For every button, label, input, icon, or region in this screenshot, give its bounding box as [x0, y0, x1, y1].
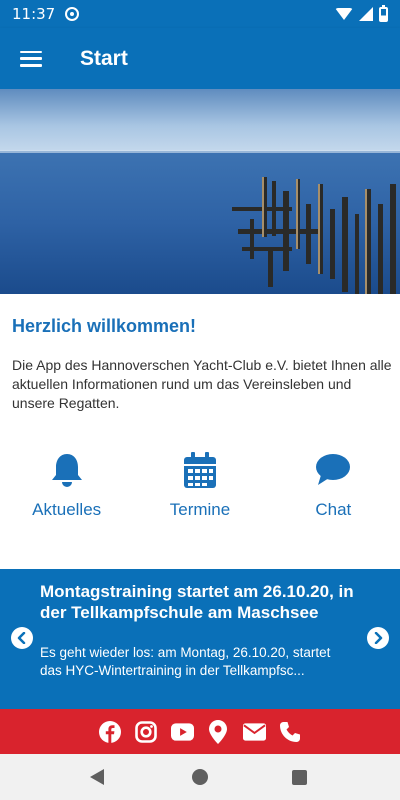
mail-button[interactable]	[242, 720, 266, 743]
carousel-next-button[interactable]	[367, 627, 389, 649]
youtube-button[interactable]	[170, 720, 194, 743]
hamburger-menu-icon	[20, 50, 42, 67]
home-circle-icon[interactable]	[192, 769, 208, 785]
youtube-icon	[170, 722, 194, 741]
welcome-text: Die App des Hannoverschen Yacht-Club e.V…	[12, 357, 392, 411]
status-time: 11:37	[12, 5, 56, 23]
quick-nav: Aktuelles Termine Chat	[0, 450, 400, 520]
nav-termine-label: Termine	[169, 500, 231, 519]
page-title: Start	[80, 46, 128, 70]
status-icons	[335, 4, 388, 22]
nav-chat[interactable]: Chat	[267, 450, 400, 520]
signal-icon	[359, 7, 373, 21]
news-carousel[interactable]: Montagstraining startet am 26.10.20, in …	[0, 569, 400, 709]
facebook-button[interactable]	[99, 720, 122, 743]
news-headline[interactable]: Montagstraining startet am 26.10.20, in …	[40, 581, 365, 623]
hero-image	[0, 89, 400, 294]
battery-icon	[379, 4, 388, 22]
phone-icon	[280, 721, 300, 742]
bell-icon	[47, 450, 87, 490]
instagram-button[interactable]	[135, 720, 158, 743]
jetty-landscape-illustration	[0, 89, 400, 294]
nav-aktuelles[interactable]: Aktuelles	[0, 450, 133, 520]
news-teaser: Es geht wieder los: am Montag, 26.10.20,…	[40, 645, 331, 678]
welcome-title: Herzlich willkommen!	[12, 316, 197, 336]
calendar-icon	[180, 450, 220, 490]
menu-button[interactable]	[0, 28, 62, 89]
chat-bubble-icon	[313, 450, 353, 490]
phone-button[interactable]	[279, 720, 302, 743]
wifi-icon	[335, 8, 353, 20]
carousel-prev-button[interactable]	[11, 627, 33, 649]
system-nav-bar	[0, 754, 400, 800]
nav-termine[interactable]: Termine	[133, 450, 266, 520]
social-bar	[0, 709, 400, 754]
chevron-right-icon	[374, 632, 383, 644]
nav-aktuelles-label: Aktuelles	[32, 500, 102, 519]
at-sign-icon	[65, 7, 80, 21]
facebook-icon	[99, 720, 121, 743]
location-button[interactable]	[207, 719, 230, 744]
mail-icon	[242, 722, 266, 741]
recent-apps-square-icon[interactable]	[292, 769, 307, 785]
nav-chat-label: Chat	[315, 500, 352, 519]
location-pin-icon	[209, 719, 227, 744]
back-triangle-icon[interactable]	[90, 769, 104, 785]
instagram-icon	[135, 720, 157, 743]
app-bar: Start	[0, 28, 400, 89]
status-bar: 11:37	[0, 0, 400, 28]
chevron-left-icon	[17, 632, 26, 644]
